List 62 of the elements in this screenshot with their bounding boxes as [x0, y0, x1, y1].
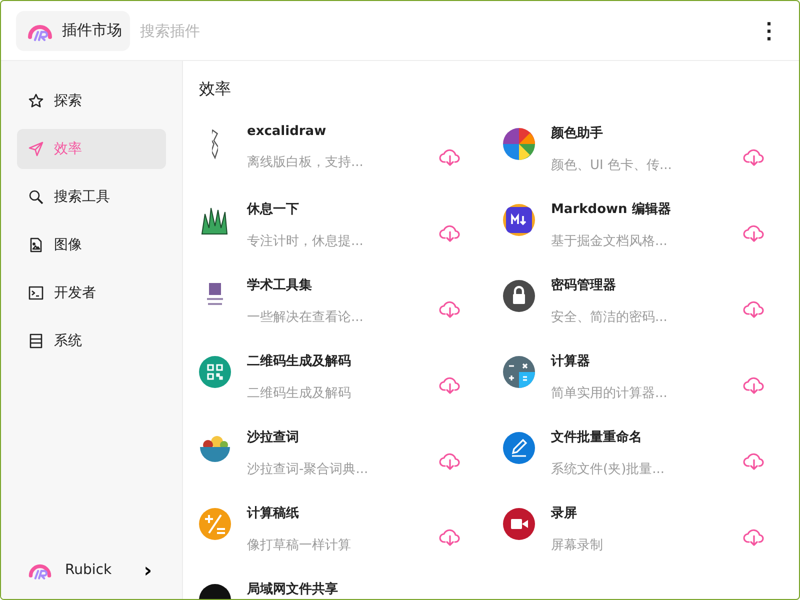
plugin-description: 基于掘金文档风格...	[551, 233, 668, 250]
plugin-name[interactable]: Markdown 编辑器	[551, 200, 743, 218]
plugin-name[interactable]: excalidraw	[247, 124, 439, 139]
plugin-description: 颜色、UI 色卡、传...	[551, 157, 673, 174]
plugin-name[interactable]: 沙拉查词	[247, 428, 439, 446]
plugin-name[interactable]: 录屏	[551, 504, 743, 522]
color-wheel-icon	[503, 128, 535, 160]
sketch-icon	[212, 128, 218, 160]
terminal-icon	[28, 285, 44, 301]
plugin-name[interactable]: 密码管理器	[551, 276, 743, 294]
plugin-description: 二维码生成及解码	[247, 385, 352, 402]
plugin-description: 一些解决在查看论...	[247, 309, 364, 326]
app-brand-badge[interactable]: 插件市场	[16, 10, 130, 50]
download-icon[interactable]	[439, 224, 461, 242]
plugin-name[interactable]: 文件批量重命名	[551, 428, 743, 446]
category-title: 效率	[199, 79, 232, 100]
download-icon[interactable]	[439, 376, 461, 394]
sidebar-item[interactable]: 搜索工具	[17, 177, 166, 217]
account-name[interactable]: Rubick	[65, 562, 132, 578]
download-icon[interactable]	[439, 528, 461, 546]
download-icon[interactable]	[743, 376, 765, 394]
sidebar-item[interactable]: 系统	[17, 321, 166, 361]
plugin-name[interactable]: 计算稿纸	[247, 504, 439, 522]
star-icon	[28, 93, 44, 109]
pencil-icon	[503, 432, 535, 464]
sidebar-item[interactable]: 探索	[17, 81, 166, 121]
plugin-name[interactable]: 二维码生成及解码	[247, 352, 439, 370]
sidebar-item[interactable]: 图像	[17, 225, 166, 265]
plugin-name[interactable]: 局域网文件共享	[247, 580, 439, 598]
download-icon[interactable]	[743, 224, 765, 242]
plugin-description: 简单实用的计算器...	[551, 385, 668, 402]
plugin-description: 系统文件(夹)批量...	[551, 461, 666, 478]
image-icon	[28, 237, 44, 253]
search-field[interactable]: 搜索插件	[138, 20, 746, 40]
chevron-button[interactable]: ›	[144, 558, 166, 582]
download-icon[interactable]	[439, 452, 461, 470]
download-icon[interactable]	[743, 528, 765, 546]
download-icon[interactable]	[743, 148, 765, 166]
download-icon[interactable]	[743, 452, 765, 470]
plugin-name[interactable]: 颜色助手	[551, 124, 743, 142]
video-camera-icon	[503, 508, 535, 540]
plugin-description: 屏幕录制	[551, 537, 604, 554]
plugin-description: 专注计时，休息提...	[247, 233, 364, 250]
download-icon[interactable]	[439, 148, 461, 166]
plugin-name[interactable]: 学术工具集	[247, 276, 439, 294]
plus-minus-icon	[199, 508, 231, 540]
plugin-description: 像打草稿一样计算	[247, 537, 352, 554]
plugin-description: 安全、简洁的密码...	[551, 309, 668, 326]
qr-code-icon	[199, 356, 231, 388]
more-menu-button[interactable]: ⋮	[754, 18, 784, 44]
plugin-name[interactable]: 计算器	[551, 352, 743, 370]
sidebar-item[interactable]: 开发者	[17, 273, 166, 313]
plugin-description: 离线版白板，支持...	[247, 154, 364, 171]
plugin-name[interactable]: 休息一下	[247, 200, 439, 218]
markdown-icon	[503, 204, 535, 236]
download-icon[interactable]	[439, 300, 461, 318]
search-icon	[28, 189, 44, 205]
send-icon	[28, 141, 44, 157]
plugin-description: 沙拉查词-聚合词典...	[247, 461, 370, 478]
download-icon[interactable]	[743, 300, 765, 318]
lock-icon	[503, 280, 535, 312]
calculator-icon	[503, 356, 535, 388]
